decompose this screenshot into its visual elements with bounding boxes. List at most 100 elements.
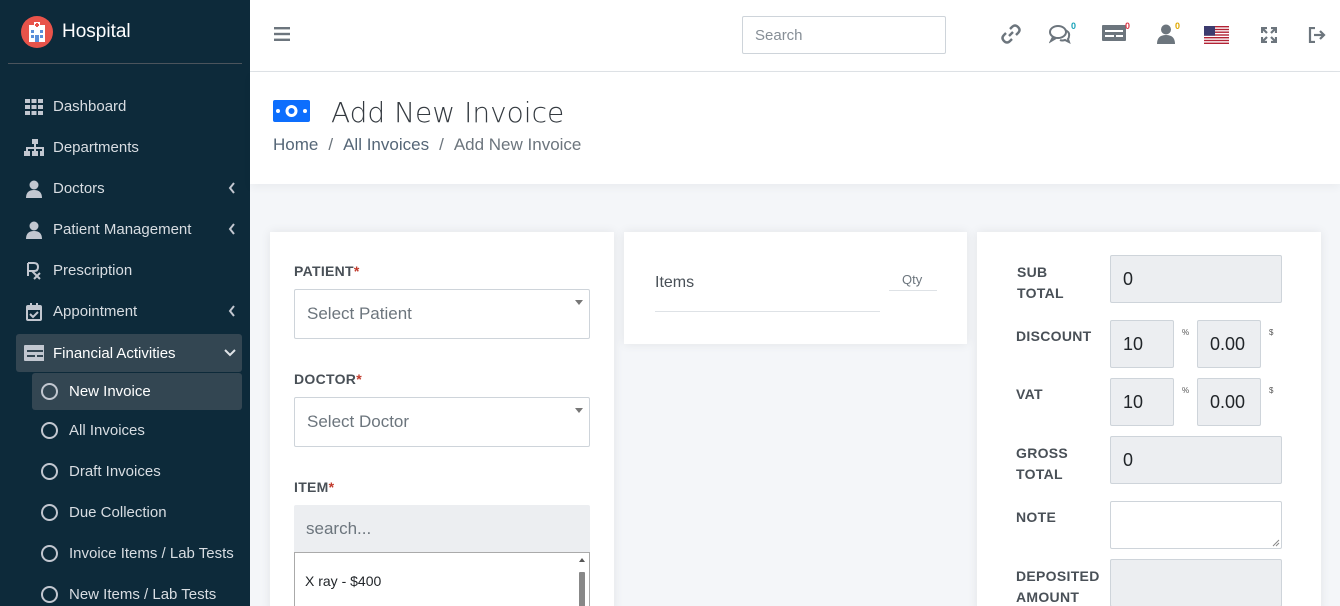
breadcrumb-all-invoices[interactable]: All Invoices xyxy=(343,135,429,155)
sidebar-subitem-draft-invoices[interactable]: Draft Invoices xyxy=(32,451,242,492)
sidebar-item-departments[interactable]: Departments xyxy=(16,127,242,168)
chevron-left-icon xyxy=(228,304,236,321)
prescription-icon xyxy=(24,261,44,280)
resize-handle-icon[interactable] xyxy=(1272,539,1280,547)
circle-icon xyxy=(41,586,58,603)
calendar-check-icon xyxy=(24,302,44,321)
item-option[interactable]: X ray - $400 xyxy=(305,573,381,589)
items-table-card: Items Qty xyxy=(624,232,967,344)
sidebar-item-label: New Invoice xyxy=(69,383,151,400)
discount-amount-value: 0.00 xyxy=(1210,333,1246,354)
vat-percent-input[interactable]: 10 xyxy=(1110,378,1174,426)
vat-amount-value: 0.00 xyxy=(1210,391,1246,412)
page-title: Add New Invoice xyxy=(331,96,565,129)
sidebar-subitem-new-items[interactable]: New Items / Lab Tests xyxy=(32,574,242,606)
money-check-icon xyxy=(24,345,44,361)
item-listbox[interactable]: X ray - $400 xyxy=(294,552,590,606)
patient-select[interactable]: Select Patient xyxy=(294,289,590,339)
brand-name: Hospital xyxy=(62,20,131,42)
billing-badge: 0 xyxy=(1125,21,1131,31)
fullscreen-icon[interactable] xyxy=(1261,27,1277,43)
comments-icon[interactable]: 0 xyxy=(1049,21,1076,44)
brand[interactable]: Hospital xyxy=(8,0,242,64)
listbox-scrollbar[interactable] xyxy=(577,555,587,606)
circle-icon xyxy=(41,504,58,521)
patient-label: PATIENT* xyxy=(294,263,360,279)
sidebar-item-label: Doctors xyxy=(53,180,105,197)
top-navbar: 0 0 0 xyxy=(250,0,1340,72)
item-search-input[interactable]: search... xyxy=(294,505,590,553)
doctor-label-text: DOCTOR xyxy=(294,371,357,387)
sidebar-subitem-new-invoice[interactable]: New Invoice xyxy=(32,373,242,410)
deposited-label-line2: AMOUNT xyxy=(1016,589,1080,605)
discount-amount-input[interactable]: 0.00 xyxy=(1197,320,1261,368)
link-icon[interactable] xyxy=(1001,24,1021,44)
deposited-label-line1: DEPOSITED xyxy=(1016,568,1100,584)
sidebar-subitem-due-collection[interactable]: Due Collection xyxy=(32,492,242,533)
us-flag-icon[interactable] xyxy=(1204,26,1229,44)
doctor-label: DOCTOR* xyxy=(294,371,362,387)
chevron-left-icon xyxy=(228,181,236,198)
breadcrumb-separator: / xyxy=(328,135,334,154)
users-badge: 0 xyxy=(1175,21,1181,31)
breadcrumb-home[interactable]: Home xyxy=(273,135,318,155)
sidebar-item-doctors[interactable]: Doctors xyxy=(16,168,242,209)
gross-total-value: 0 xyxy=(1123,449,1134,470)
sidebar-item-patient-management[interactable]: Patient Management xyxy=(16,209,242,250)
circle-icon xyxy=(41,422,58,439)
sidebar-item-appointment[interactable]: Appointment xyxy=(16,291,242,332)
money-bill-icon xyxy=(273,100,310,127)
qty-column-header: Qty xyxy=(902,272,923,287)
vat-amount-input[interactable]: 0.00 xyxy=(1197,378,1261,426)
dollar-unit: $ xyxy=(1269,386,1274,395)
deposited-amount-label: DEPOSITED AMOUNT xyxy=(1016,566,1100,606)
sidebar-item-label: Due Collection xyxy=(69,504,167,521)
sidebar-item-label: Appointment xyxy=(53,303,138,320)
sub-total-field: 0 xyxy=(1110,255,1282,303)
grid-icon xyxy=(24,98,44,115)
billing-icon[interactable]: 0 xyxy=(1102,21,1130,42)
breadcrumb: Home / All Invoices / Add New Invoice xyxy=(273,135,581,155)
discount-label: DISCOUNT xyxy=(1016,328,1092,344)
note-textarea[interactable] xyxy=(1110,501,1282,549)
item-label-text: ITEM xyxy=(294,479,329,495)
patient-label-text: PATIENT xyxy=(294,263,354,279)
messages-badge: 0 xyxy=(1071,21,1077,31)
chevron-left-icon xyxy=(228,222,236,239)
sidebar-item-label: Patient Management xyxy=(53,221,192,238)
item-label: ITEM* xyxy=(294,479,334,495)
sidebar-subitem-all-invoices[interactable]: All Invoices xyxy=(32,410,242,451)
circle-icon xyxy=(41,383,58,400)
divider xyxy=(889,290,937,291)
required-mark: * xyxy=(353,263,360,279)
sidebar-item-label: New Items / Lab Tests xyxy=(69,586,217,603)
sub-total-label-line2: TOTAL xyxy=(1017,285,1064,301)
sidebar-item-prescription[interactable]: Prescription xyxy=(16,250,242,291)
financial-submenu: New Invoice All Invoices Draft Invoices … xyxy=(16,373,242,606)
hamburger-menu-icon[interactable] xyxy=(274,27,290,46)
sign-out-icon[interactable] xyxy=(1308,27,1326,43)
sidebar-nav: Dashboard Departments Doctors Patient Ma… xyxy=(16,86,242,606)
sidebar-item-dashboard[interactable]: Dashboard xyxy=(16,86,242,127)
circle-icon xyxy=(41,545,58,562)
sub-total-label-line1: SUB xyxy=(1017,264,1048,280)
gross-total-label: GROSS TOTAL xyxy=(1016,443,1068,485)
vat-percent-value: 10 xyxy=(1123,391,1144,412)
gross-total-label-line1: GROSS xyxy=(1016,445,1069,461)
caret-down-icon xyxy=(575,300,583,305)
sub-total-label: SUB TOTAL xyxy=(1017,262,1064,304)
doctor-select[interactable]: Select Doctor xyxy=(294,397,590,447)
sidebar-subitem-invoice-items[interactable]: Invoice Items / Lab Tests xyxy=(32,533,242,574)
search-input[interactable] xyxy=(742,16,946,54)
circle-icon xyxy=(41,463,58,480)
sidebar-item-financial-activities[interactable]: Financial Activities xyxy=(16,334,242,372)
required-mark: * xyxy=(328,479,335,495)
sidebar-item-label: Invoice Items / Lab Tests xyxy=(69,545,234,562)
patient-select-placeholder: Select Patient xyxy=(307,304,412,323)
deposited-amount-input[interactable] xyxy=(1110,559,1282,606)
doctor-select-placeholder: Select Doctor xyxy=(307,412,410,431)
gross-total-label-line2: TOTAL xyxy=(1016,466,1063,482)
discount-percent-input[interactable]: 10 xyxy=(1110,320,1174,368)
items-column-header: Items xyxy=(655,274,695,291)
user-icon[interactable]: 0 xyxy=(1157,21,1180,44)
